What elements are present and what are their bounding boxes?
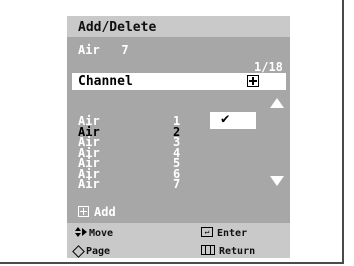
menu-return-icon (201, 245, 215, 255)
add-plus-box-icon (78, 206, 89, 217)
help-return: Return (219, 246, 256, 257)
add-delete-menu: Add/Delete Air 7 1/18 Channel ✔ Air 1 Air 2… (67, 16, 290, 258)
current-channel: Air 7 (78, 43, 129, 57)
down-arrow-icon[interactable] (270, 176, 284, 186)
title-bar: Add/Delete (67, 16, 290, 37)
help-move: Move (89, 228, 114, 239)
channel-header-row[interactable]: Channel (67, 73, 290, 90)
help-page: Page (86, 246, 111, 257)
help-enter: Enter (217, 228, 248, 239)
enter-icon: ↵ (201, 227, 213, 237)
channel-header-label: Channel (78, 74, 133, 89)
channel-number: 7 (173, 177, 181, 191)
diamond-icon (72, 245, 85, 258)
move-arrows-icon (75, 227, 89, 239)
channel-list-item[interactable]: Air 7 (67, 178, 290, 191)
plus-box-icon[interactable] (247, 75, 259, 87)
add-option[interactable]: Add (67, 205, 290, 219)
menu-title: Add/Delete (78, 20, 157, 35)
help-bar: Move ↵ Enter Page Return (67, 223, 290, 258)
add-label: Add (94, 205, 116, 219)
channel-band: Air (78, 177, 100, 191)
up-arrow-icon[interactable] (270, 98, 284, 108)
